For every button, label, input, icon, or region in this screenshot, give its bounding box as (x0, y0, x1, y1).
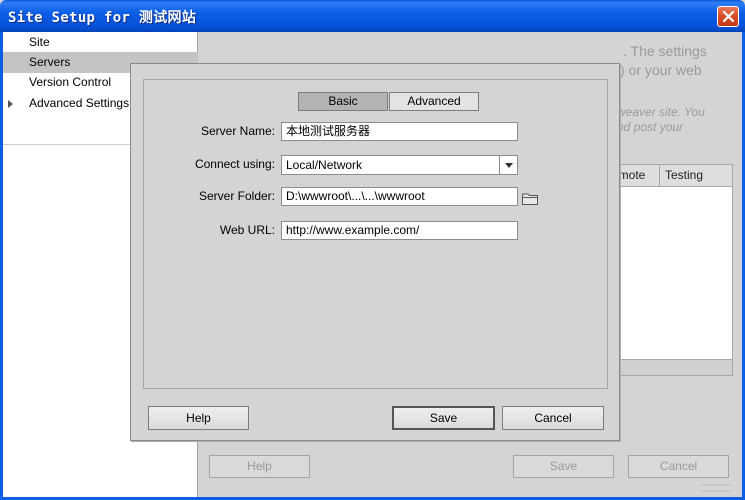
servers-note: weaver site. You (617, 105, 705, 119)
horizontal-scrollbar[interactable] (603, 360, 733, 376)
server-folder-label: Server Folder: (198, 189, 275, 203)
close-button[interactable] (717, 6, 739, 27)
connect-using-value: Local/Network (286, 158, 363, 172)
category-label: Advanced Settings (29, 96, 130, 110)
watermark-logo (701, 484, 731, 492)
server-name-input[interactable]: 本地测试服务器 (281, 122, 518, 141)
column-header-testing[interactable]: Testing (665, 168, 703, 182)
site-help-button[interactable]: Help (209, 455, 310, 478)
server-form-panel: Basic Advanced Server Name: 本地测试服务器 Conn… (143, 79, 608, 389)
window-client: Site Servers Version Control Advanced Se… (3, 32, 742, 497)
server-name-label: Server Name: (200, 124, 275, 138)
category-label: Servers (29, 55, 71, 69)
folder-icon[interactable] (522, 192, 538, 205)
expand-arrow-icon[interactable] (8, 100, 13, 108)
connect-using-select[interactable]: Local/Network (281, 155, 518, 175)
web-url-label: Web URL: (219, 223, 275, 237)
site-cancel-button[interactable]: Cancel (628, 455, 729, 478)
servers-note: nd post your (617, 120, 684, 134)
category-label: Site (29, 35, 50, 49)
window-frame: Site Servers Version Control Advanced Se… (0, 32, 745, 500)
tab-basic[interactable]: Basic (298, 92, 388, 111)
category-label: Version Control (29, 75, 112, 89)
cancel-button[interactable]: Cancel (502, 406, 604, 430)
column-divider (659, 165, 660, 187)
help-button[interactable]: Help (148, 406, 249, 430)
save-button[interactable]: Save (392, 406, 495, 430)
servers-description: ) or your web (620, 62, 702, 78)
site-save-button[interactable]: Save (513, 455, 614, 478)
server-dialog: Basic Advanced Server Name: 本地测试服务器 Conn… (130, 63, 620, 441)
server-folder-input[interactable]: D:\wwwroot\...\...\wwwroot (281, 187, 518, 206)
dropdown-arrow-icon (504, 162, 513, 168)
tab-advanced[interactable]: Advanced (389, 92, 479, 111)
table-header: emote Testing (604, 165, 732, 187)
servers-description: . The settings (623, 43, 707, 59)
dropdown-button[interactable] (499, 156, 517, 174)
category-item-site[interactable]: Site (3, 32, 198, 53)
window-title: Site Setup for 测试网站 (8, 10, 197, 26)
web-url-input[interactable]: http://www.example.com/ (281, 221, 518, 240)
title-bar: Site Setup for 测试网站 (0, 0, 745, 32)
server-list-table[interactable]: emote Testing (603, 164, 733, 360)
close-icon (722, 11, 734, 22)
connect-using-label: Connect using: (194, 157, 275, 171)
